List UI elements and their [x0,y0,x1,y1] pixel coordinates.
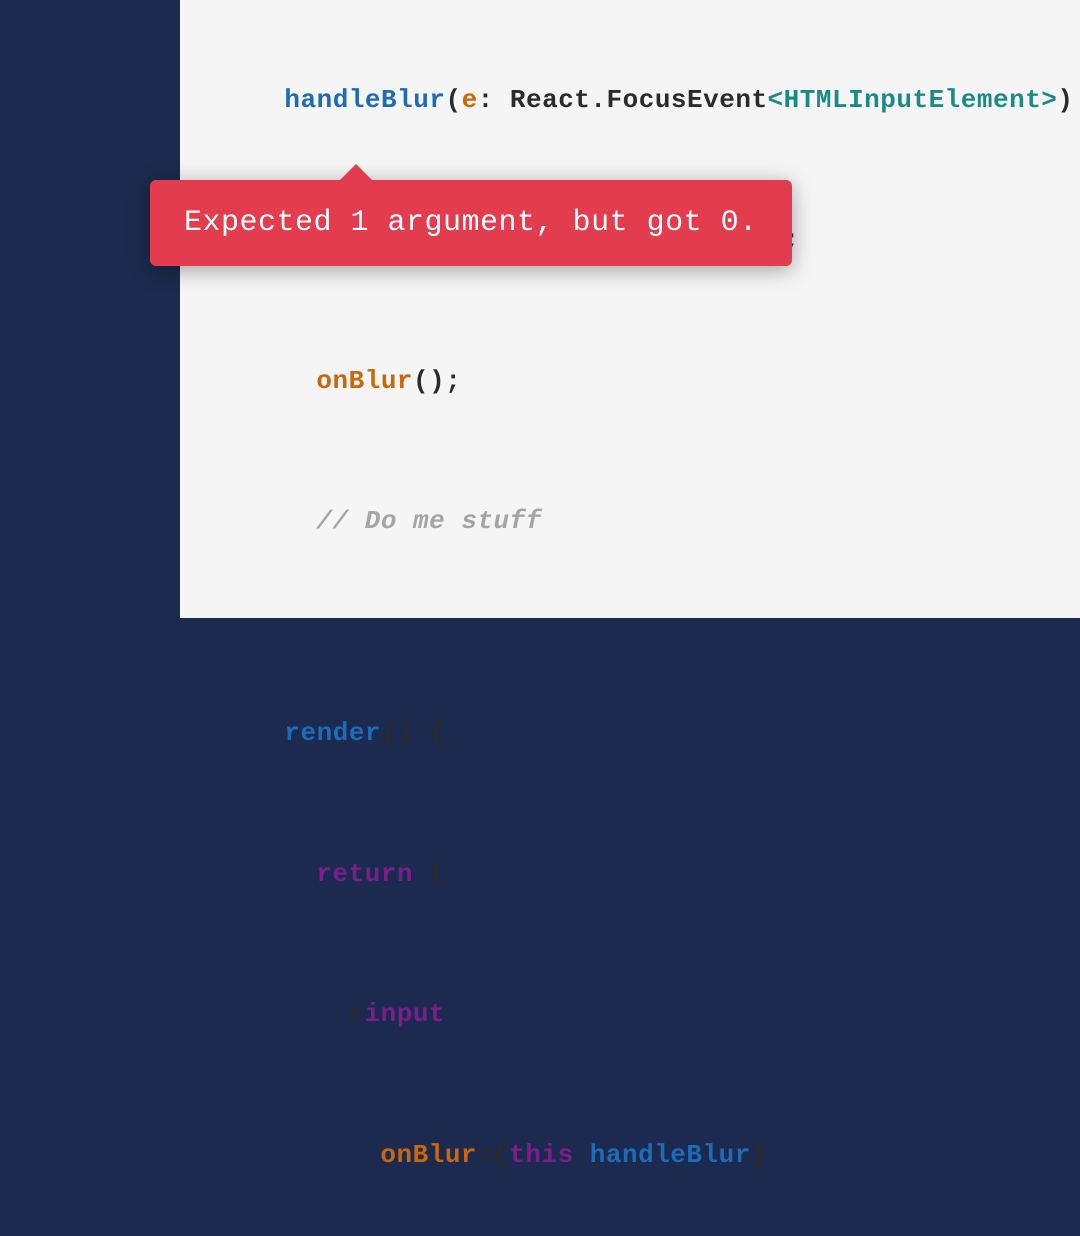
blank-line [220,592,1080,616]
function-call: onBlur [316,366,413,396]
method-name: handleBlur [284,85,445,115]
angle-bracket: < [348,999,364,1029]
generic-type: HTMLInputElement [784,85,1042,115]
code-line-7: return ( [220,804,1080,944]
code-line-3: onBlur(); [220,311,1080,451]
paren: ( [413,859,445,889]
type-name: FocusEvent [607,85,768,115]
method-ref: handleBlur [590,1140,751,1170]
blank-line [220,640,1080,664]
paren: ( [445,85,461,115]
code-line-1: handleBlur(e: React.FocusEvent<HTMLInput… [220,30,1080,170]
keyword-this: this [509,1140,573,1170]
operator-eq: = [477,1140,493,1170]
dot: . [574,1140,590,1170]
keyword-return: return [316,859,413,889]
code-line-10: // ... [220,1225,1080,1236]
call-suffix: (); [413,366,461,396]
jsx-attr: onBlur [380,1140,477,1170]
type-namespace: React [510,85,591,115]
code-editor-panel: handleBlur(e: React.FocusEvent<HTMLInput… [180,0,1080,618]
comment-text: me stuff [413,506,542,536]
paren-brace: ) { [1057,85,1080,115]
brace: { [493,1140,509,1170]
paren-brace: () { [381,718,445,748]
angle-bracket: < [768,85,784,115]
colon: : [478,85,510,115]
angle-bracket: > [1041,85,1057,115]
error-tooltip: Expected 1 argument, but got 0. [150,180,792,266]
comment-text: // Do [316,506,413,536]
error-message: Expected 1 argument, but got 0. [184,206,758,240]
method-name: render [284,718,381,748]
jsx-tag: input [365,999,446,1029]
code-line-8: <input [220,944,1080,1084]
code-line-9: onBlur={this.handleBlur} [220,1085,1080,1225]
code-line-6: render() { [220,664,1080,804]
brace: } [751,1140,767,1170]
dot: . [590,85,606,115]
param-name: e [462,85,478,115]
blank-line [220,616,1080,640]
code-line-4: // Do me stuff [220,451,1080,591]
